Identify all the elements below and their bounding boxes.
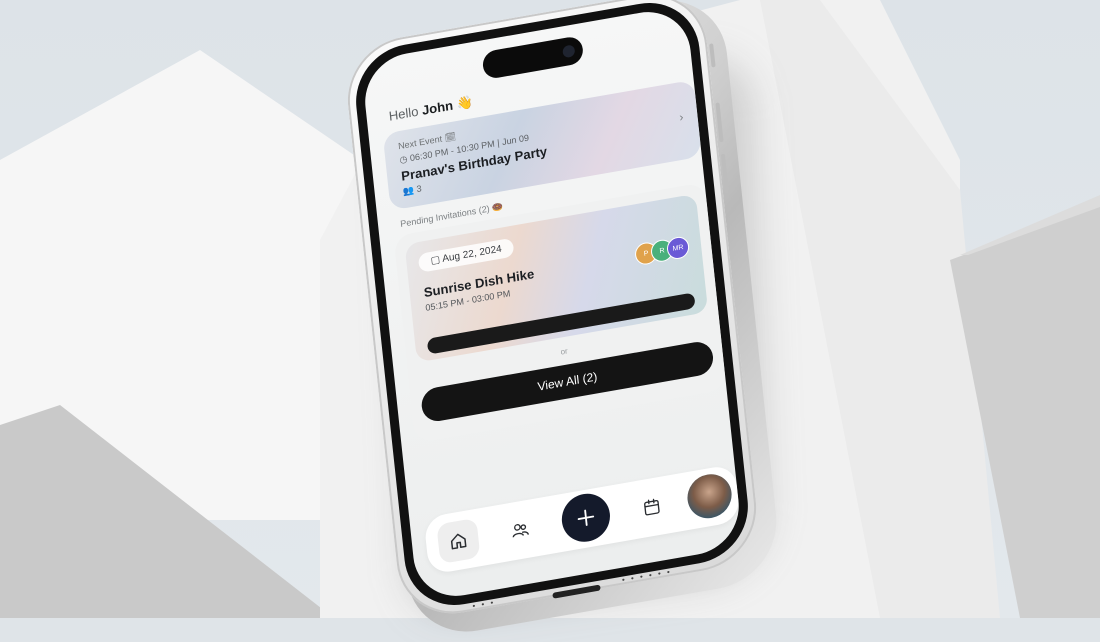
chevron-right-icon[interactable]: ›	[679, 110, 684, 124]
home-icon	[450, 533, 467, 550]
friends-icon	[512, 524, 529, 538]
phone-bezel: Hello John 👋 Next Event 🗓 ◷ 06:30 PM - 1…	[350, 0, 754, 614]
tab-friends[interactable]	[498, 507, 542, 553]
add-event-button[interactable]	[559, 489, 613, 546]
dynamic-island	[481, 35, 585, 81]
phone-frame: • • • • • • • • • Hello John 👋 Next Even…	[341, 0, 763, 623]
next-event-attendee-count: 👥 3	[402, 183, 423, 197]
invitation-date: Aug 22, 2024	[441, 243, 503, 265]
tab-calendar[interactable]	[630, 484, 674, 530]
camera-icon	[562, 44, 576, 59]
tab-home[interactable]	[436, 517, 481, 565]
invitee-avatars: P R MR	[634, 235, 691, 267]
calendar-icon	[644, 498, 660, 516]
app-screen: Hello John 👋 Next Event 🗓 ◷ 06:30 PM - 1…	[360, 4, 744, 604]
phone-mockup: • • • • • • • • • Hello John 👋 Next Even…	[341, 0, 783, 642]
invitation-date-pill: ▢ Aug 22, 2024	[417, 237, 515, 273]
calendar-icon: ▢	[430, 254, 441, 267]
greeting-name: John	[421, 97, 454, 118]
greeting-prefix: Hello	[388, 103, 420, 124]
bottom-tab-bar	[423, 463, 741, 576]
wave-emoji: 👋	[455, 94, 474, 112]
plus-icon	[577, 509, 595, 526]
profile-avatar[interactable]	[685, 470, 734, 522]
